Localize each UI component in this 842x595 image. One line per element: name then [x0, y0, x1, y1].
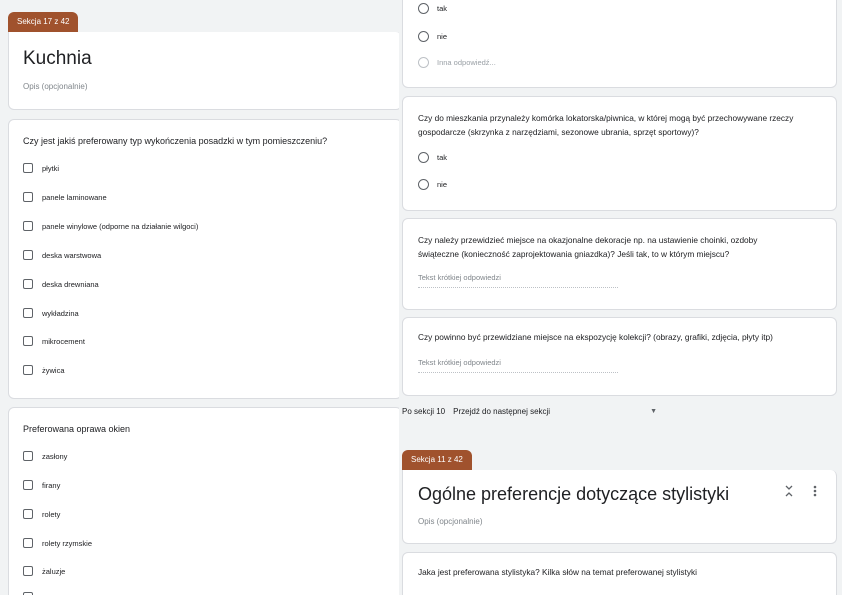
section-title[interactable]: Kuchnia — [23, 48, 92, 70]
checkbox-option[interactable]: panele laminowane — [23, 192, 107, 202]
question-text: Czy należy przewidzieć miejsce na okazjo… — [418, 235, 758, 259]
radio-icon[interactable] — [418, 57, 429, 68]
question-text: Czy do mieszkania przynależy komórka lok… — [418, 113, 794, 137]
option-label: deska drewniana — [42, 279, 99, 289]
option-label: rolety rzymskie — [42, 538, 93, 548]
short-answer-field[interactable]: Tekst krótkiej odpowiedzi — [418, 273, 618, 288]
checkbox-icon[interactable] — [23, 451, 33, 461]
option-label: mikrocement — [42, 336, 85, 346]
question-card-decorations[interactable]: Czy należy przewidzieć miejsce na okazjo… — [402, 218, 837, 310]
checkbox-icon[interactable] — [23, 192, 33, 202]
option-label: deska warstwowa — [42, 250, 102, 260]
left-column: Sekcja 17 z 42 Kuchnia Opis (opcjonalnie… — [0, 0, 399, 595]
question-text: Preferowana oprawa okien — [23, 424, 131, 434]
radio-icon[interactable] — [418, 31, 429, 42]
checkbox-option[interactable]: deska warstwowa — [23, 250, 101, 260]
option-label: panele winylowe (odporne na działanie wi… — [42, 221, 199, 231]
radio-option[interactable]: tak — [418, 3, 447, 14]
checkbox-option[interactable]: żaluzje — [23, 566, 65, 576]
question-text: Czy jest jakiś preferowany typ wykończen… — [23, 136, 328, 146]
checkbox-icon[interactable] — [23, 365, 33, 375]
question-card-style[interactable]: Jaka jest preferowana stylistyka? Kilka … — [402, 552, 837, 595]
checkbox-option[interactable]: panele winylowe (odporne na działanie wi… — [23, 221, 198, 231]
section-tag: Sekcja 11 z 42 — [402, 450, 472, 470]
option-label: tak — [437, 153, 448, 162]
option-label: rolety — [42, 509, 61, 519]
section-tag-label: Sekcja 17 z 42 — [17, 17, 70, 26]
radio-option-other[interactable]: Inna odpowiedź... — [418, 57, 496, 68]
question-card-windows[interactable]: Preferowana oprawa okien zasłony firany … — [8, 407, 399, 595]
option-label: nie — [437, 32, 448, 41]
radio-icon[interactable] — [418, 152, 429, 163]
checkbox-option[interactable]: płytki — [23, 163, 59, 173]
checkbox-option[interactable]: żywica — [23, 365, 65, 375]
collapse-icon-svg — [785, 485, 793, 497]
checkbox-option[interactable]: deska drewniana — [23, 279, 99, 289]
section-header-card[interactable]: Ogólne preferencje dotyczące stylistyki … — [402, 470, 837, 544]
radio-option[interactable]: tak — [418, 152, 447, 163]
checkbox-option[interactable]: rolety — [23, 509, 60, 519]
radio-icon[interactable] — [418, 179, 429, 190]
checkbox-icon[interactable] — [23, 538, 33, 548]
collapse-icon[interactable] — [784, 484, 794, 501]
checkbox-option[interactable]: rolety rzymskie — [23, 538, 92, 548]
option-label: płytki — [42, 163, 60, 173]
checkbox-icon[interactable] — [23, 163, 33, 173]
option-label: żywica — [42, 365, 65, 375]
after-section-label: Po sekcji 10 — [402, 407, 446, 416]
after-section-value: Przejdź do następnej sekcji — [453, 407, 551, 416]
radio-icon[interactable] — [418, 3, 429, 14]
radio-option[interactable]: nie — [418, 179, 447, 190]
option-label: firany — [42, 480, 61, 490]
more-options-icon[interactable] — [812, 484, 818, 501]
dropdown-arrow-icon: ▼ — [650, 408, 658, 415]
right-column: tak nie Inna odpowiedź... Czy do mieszka… — [401, 0, 842, 595]
checkbox-icon[interactable] — [23, 250, 33, 260]
checkbox-option[interactable]: zasłony — [23, 451, 67, 461]
section-description[interactable]: Opis (opcjonalnie) — [23, 82, 87, 91]
checkbox-option[interactable]: wykładzina — [23, 308, 79, 318]
question-card-flooring[interactable]: Czy jest jakiś preferowany typ wykończen… — [8, 119, 399, 399]
question-text: Czy powinno być przewidziane miejsce na … — [418, 332, 773, 342]
option-label: panele laminowane — [42, 192, 107, 202]
checkbox-option[interactable]: mikrocement — [23, 336, 85, 346]
section-tag-label: Sekcja 11 z 42 — [411, 455, 463, 464]
radio-option[interactable]: nie — [418, 31, 447, 42]
section-description[interactable]: Opis (opcjonalnie) — [418, 517, 482, 526]
checkbox-icon[interactable] — [23, 566, 33, 576]
section-tag: Sekcja 17 z 42 — [8, 12, 79, 32]
checkbox-icon[interactable] — [23, 480, 33, 490]
option-label: wykładzina — [42, 308, 79, 318]
section-title[interactable]: Ogólne preferencje dotyczące stylistyki — [418, 484, 729, 505]
after-section-navigation: Po sekcji 10 Przejdź do następnej sekcji… — [402, 407, 657, 416]
after-section-dropdown[interactable]: Przejdź do następnej sekcji ▼ — [453, 407, 657, 416]
section-header-card[interactable]: Kuchnia Opis (opcjonalnie) — [8, 32, 399, 110]
checkbox-icon[interactable] — [23, 221, 33, 231]
option-label: zasłony — [42, 451, 68, 461]
option-label: Inna odpowiedź... — [437, 58, 496, 67]
question-text: Jaka jest preferowana stylistyka? Kilka … — [418, 567, 697, 577]
checkbox-icon[interactable] — [23, 336, 33, 346]
option-label: nie — [437, 180, 448, 189]
checkbox-icon[interactable] — [23, 509, 33, 519]
question-card-partial[interactable]: tak nie Inna odpowiedź... — [402, 0, 837, 88]
short-answer-field[interactable]: Tekst krótkiej odpowiedzi — [418, 358, 618, 373]
checkbox-icon[interactable] — [23, 279, 33, 289]
checkbox-option[interactable]: firany — [23, 480, 60, 490]
option-label: tak — [437, 4, 448, 13]
more-options-icon-svg — [813, 485, 817, 497]
checkbox-icon[interactable] — [23, 308, 33, 318]
question-card-collection[interactable]: Czy powinno być przewidziane miejsce na … — [402, 317, 837, 396]
option-label: żaluzje — [42, 566, 66, 576]
question-card-storage[interactable]: Czy do mieszkania przynależy komórka lok… — [402, 96, 837, 211]
